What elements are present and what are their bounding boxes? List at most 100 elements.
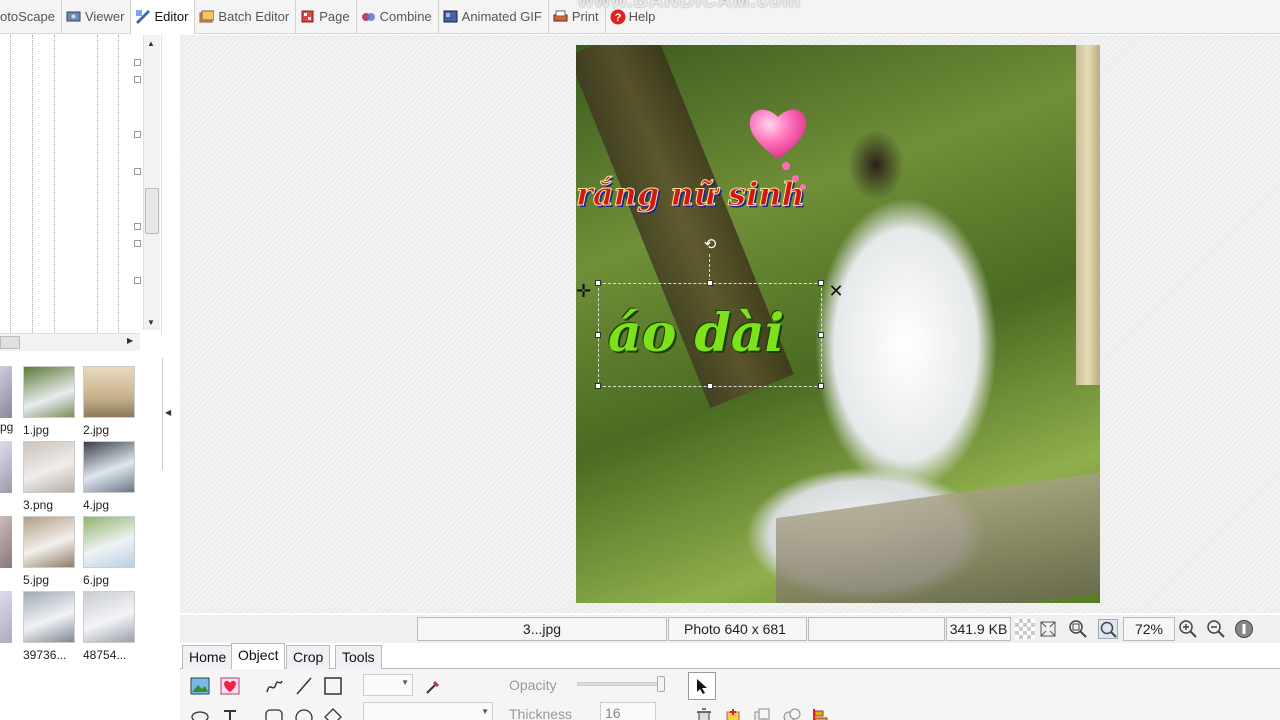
move-cursor-icon: ✛: [576, 281, 592, 301]
tab-home[interactable]: Home: [182, 645, 234, 669]
tab-batch-editor[interactable]: Batch Editor: [195, 0, 297, 34]
tree-expand-toggle[interactable]: [134, 240, 141, 247]
tree-expand-toggle[interactable]: [134, 131, 141, 138]
insert-sticker-icon[interactable]: [218, 674, 242, 698]
align-object-icon[interactable]: [809, 704, 833, 720]
thumbnail-item[interactable]: 48754...: [83, 591, 143, 662]
resize-handle[interactable]: [818, 383, 824, 389]
thickness-spinner[interactable]: 16: [600, 702, 656, 720]
folder-tree[interactable]: [0, 35, 162, 335]
resize-handle[interactable]: [818, 280, 824, 286]
heart-sticker[interactable]: [746, 103, 810, 163]
tree-expand-toggle[interactable]: [134, 168, 141, 175]
thumbnail-partial[interactable]: [0, 516, 12, 568]
text-object-selected[interactable]: áo dài: [608, 303, 784, 364]
ellipse-select-icon[interactable]: [188, 704, 212, 720]
print-icon: [553, 9, 568, 24]
resize-handle[interactable]: [818, 332, 824, 338]
tree-guide-line: [97, 35, 98, 335]
thumbnail-partial[interactable]: [0, 591, 12, 643]
thumbnail-label: 2.jpg: [83, 423, 110, 437]
chevron-down-icon: ▼: [401, 678, 409, 687]
line-color-dropdown[interactable]: ▼: [363, 674, 413, 696]
freehand-tool-icon[interactable]: [262, 674, 286, 698]
text-object-top[interactable]: rắng nữ sinh: [576, 175, 806, 214]
thumbnail-item[interactable]: 1.jpg: [23, 366, 83, 437]
tree-expand-toggle[interactable]: [134, 223, 141, 230]
polygon-tool-icon[interactable]: [321, 704, 345, 720]
line-tool-icon[interactable]: [292, 674, 316, 698]
tree-horizontal-scrollbar[interactable]: ▶: [0, 333, 140, 351]
rectangle-tool-icon[interactable]: [321, 674, 345, 698]
collapse-arrow-icon[interactable]: ◀: [165, 408, 171, 417]
opacity-slider-thumb[interactable]: [657, 676, 665, 692]
animated-gif-icon: [443, 9, 458, 24]
zoom-level[interactable]: 72%: [1123, 617, 1175, 641]
scroll-right-icon[interactable]: ▶: [127, 336, 133, 345]
fit-screen-icon[interactable]: [1038, 619, 1058, 639]
photo-bench: [776, 471, 1100, 603]
cursor-arrow-icon: [697, 679, 707, 694]
text-tool-icon[interactable]: [218, 704, 242, 720]
zoom-actual-icon[interactable]: [1068, 619, 1088, 639]
thumbnail-item[interactable]: 5.jpg: [23, 516, 83, 587]
scroll-down-icon[interactable]: ▼: [147, 318, 155, 327]
tab-combine-label: Combine: [379, 9, 432, 24]
color-picker-icon[interactable]: [422, 674, 446, 698]
tab-crop[interactable]: Crop: [286, 645, 331, 669]
tab-editor[interactable]: Editor: [131, 0, 196, 34]
thumbnail-partial[interactable]: [0, 441, 12, 493]
tab-photoscape[interactable]: otoScape: [0, 0, 62, 34]
tab-tools[interactable]: Tools: [335, 645, 382, 669]
tree-vertical-scrollbar[interactable]: ▲ ▼: [143, 35, 160, 330]
tree-expand-toggle[interactable]: [134, 277, 141, 284]
select-tool-button[interactable]: [688, 672, 716, 700]
zoom-in-icon[interactable]: [1178, 619, 1198, 639]
tab-photoscape-label: otoScape: [0, 9, 55, 24]
scroll-thumb[interactable]: [0, 336, 20, 349]
status-dimensions: Photo 640 x 681: [668, 617, 807, 641]
tab-page-label: Page: [319, 9, 350, 24]
insert-photo-icon[interactable]: [188, 674, 212, 698]
tab-viewer-label: Viewer: [84, 9, 125, 24]
zoom-out-icon[interactable]: [1206, 619, 1226, 639]
tab-combine[interactable]: Combine: [357, 0, 439, 34]
thickness-value: 16: [605, 705, 621, 720]
bring-forward-icon[interactable]: [750, 704, 774, 720]
thumbnail-item[interactable]: 6.jpg: [83, 516, 143, 587]
tree-guide-line: [118, 35, 119, 335]
resize-handle[interactable]: [595, 280, 601, 286]
thumbnail-item[interactable]: 39736...: [23, 591, 83, 662]
tab-viewer[interactable]: Viewer: [62, 0, 132, 34]
tab-animated-gif[interactable]: Animated GIF: [439, 0, 549, 34]
tree-expand-toggle[interactable]: [134, 76, 141, 83]
panel-splitter[interactable]: ◀: [162, 358, 174, 470]
rounded-rect-tool-icon[interactable]: [262, 704, 286, 720]
delete-object-icon[interactable]: [692, 704, 716, 720]
close-icon[interactable]: ✕: [827, 282, 845, 300]
tab-object[interactable]: Object: [231, 643, 286, 670]
resize-handle[interactable]: [595, 332, 601, 338]
fill-style-dropdown[interactable]: ▼: [363, 702, 493, 720]
rotate-handle-icon[interactable]: ⟲: [699, 235, 721, 253]
scroll-thumb[interactable]: [145, 188, 159, 234]
send-backward-icon[interactable]: [780, 704, 804, 720]
thumbnail-image: [23, 366, 75, 418]
tab-page[interactable]: Page: [296, 0, 357, 34]
thumbnail-item[interactable]: 4.jpg: [83, 441, 143, 512]
thumbnail-image: [23, 441, 75, 493]
opacity-slider-track[interactable]: [577, 682, 665, 686]
scroll-up-icon[interactable]: ▲: [147, 39, 155, 48]
resize-handle[interactable]: [595, 383, 601, 389]
duplicate-object-icon[interactable]: [721, 704, 745, 720]
thumbnail-item[interactable]: 2.jpg: [83, 366, 143, 437]
info-icon[interactable]: [1234, 619, 1254, 639]
thumbnail-partial[interactable]: [0, 366, 12, 418]
tree-expand-toggle[interactable]: [134, 59, 141, 66]
transparency-icon[interactable]: [1015, 619, 1035, 639]
circle-tool-icon[interactable]: [292, 704, 316, 720]
zoom-fit-icon[interactable]: [1098, 619, 1118, 639]
thumbnail-item[interactable]: 3.png: [23, 441, 83, 512]
resize-handle[interactable]: [707, 383, 713, 389]
resize-handle[interactable]: [707, 280, 713, 286]
